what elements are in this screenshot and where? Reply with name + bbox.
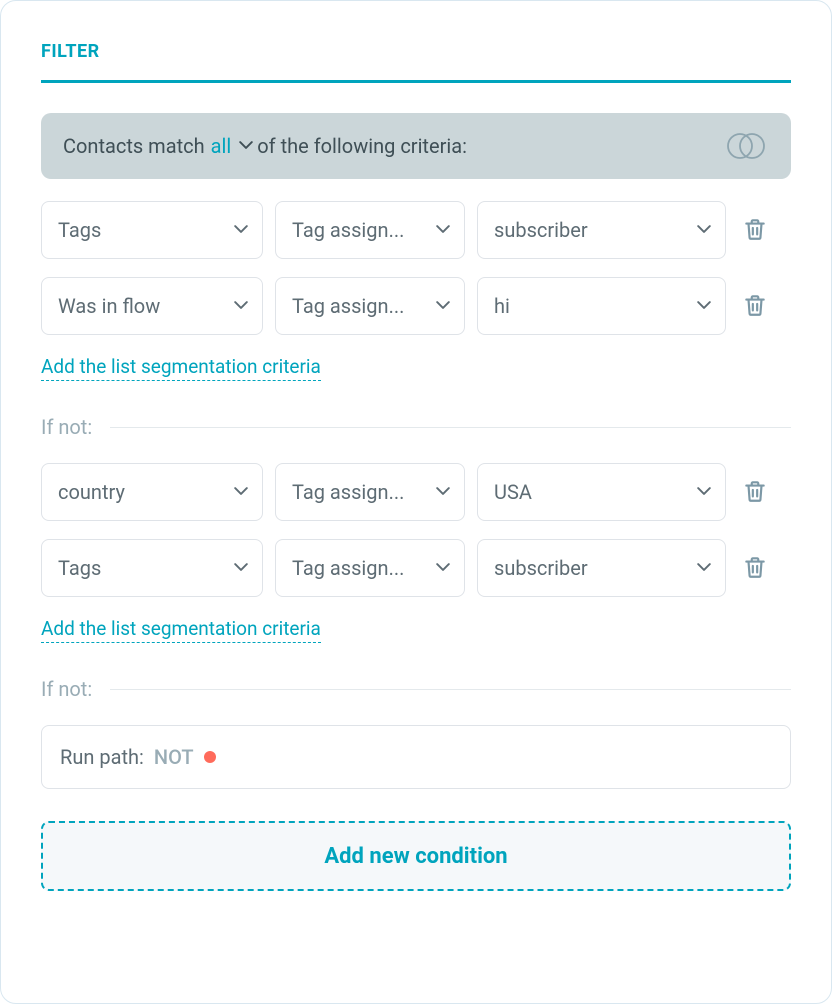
if-not-label: If not: [41,415,92,439]
run-path-label: Run path: [60,745,144,769]
delete-row-button[interactable] [742,554,770,582]
match-mode-value: all [211,134,232,158]
separator-line [110,689,791,690]
operator-select[interactable]: Tag assign... [275,463,465,521]
delete-row-button[interactable] [742,292,770,320]
value-select[interactable]: USA [477,463,726,521]
chevron-down-icon [234,222,246,234]
match-text: Contacts match all of the following crit… [63,134,467,158]
value-select[interactable]: hi [477,277,726,335]
title-underline [41,80,791,83]
chevron-down-icon [234,298,246,310]
chevron-down-icon [697,560,709,572]
select-value: Tags [58,556,101,580]
criteria-group-1: Tags Tag assign... subscriber Was in flo… [41,201,791,335]
chevron-down-icon [436,484,448,496]
value-select[interactable]: subscriber [477,539,726,597]
chevron-down-icon [436,560,448,572]
venn-diagram-icon [723,131,769,161]
criteria-row: country Tag assign... USA [41,463,791,521]
chevron-down-icon [436,222,448,234]
operator-select[interactable]: Tag assign... [275,539,465,597]
operator-select[interactable]: Tag assign... [275,277,465,335]
add-condition-label: Add new condition [324,844,507,869]
select-value: USA [494,480,532,504]
if-not-label: If not: [41,677,92,701]
match-prefix: Contacts match [63,134,205,158]
add-condition-button[interactable]: Add new condition [41,821,791,891]
field-select[interactable]: Was in flow [41,277,263,335]
delete-row-button[interactable] [742,478,770,506]
field-select[interactable]: Tags [41,201,263,259]
select-value: subscriber [494,556,588,580]
select-value: subscriber [494,218,588,242]
select-value: Tag assign... [292,294,404,318]
criteria-row: Tags Tag assign... subscriber [41,539,791,597]
field-select[interactable]: country [41,463,263,521]
criteria-row: Tags Tag assign... subscriber [41,201,791,259]
status-dot-icon [204,751,216,763]
filter-title: FILTER [41,41,791,62]
run-path-value: NOT [154,745,194,769]
select-value: Tags [58,218,101,242]
add-criteria-link[interactable]: Add the list segmentation criteria [41,355,321,381]
run-path-box[interactable]: Run path: NOT [41,725,791,789]
chevron-down-icon [234,560,246,572]
select-value: Tag assign... [292,480,404,504]
filter-card: FILTER Contacts match all of the followi… [0,0,832,1004]
value-select[interactable]: subscriber [477,201,726,259]
if-not-separator: If not: [41,415,791,439]
select-value: country [58,480,125,504]
criteria-row: Was in flow Tag assign... hi [41,277,791,335]
delete-row-button[interactable] [742,216,770,244]
select-value: Tag assign... [292,218,404,242]
field-select[interactable]: Tags [41,539,263,597]
chevron-down-icon [697,484,709,496]
chevron-down-icon [239,138,251,150]
add-criteria-link[interactable]: Add the list segmentation criteria [41,617,321,643]
operator-select[interactable]: Tag assign... [275,201,465,259]
select-value: hi [494,294,510,318]
chevron-down-icon [697,222,709,234]
match-mode-select[interactable]: all [211,134,252,158]
select-value: Was in flow [58,294,160,318]
match-suffix: of the following criteria: [257,134,467,158]
criteria-group-2: country Tag assign... USA Tags Tag assig… [41,463,791,597]
match-criteria-bar: Contacts match all of the following crit… [41,113,791,179]
if-not-separator: If not: [41,677,791,701]
chevron-down-icon [697,298,709,310]
chevron-down-icon [436,298,448,310]
select-value: Tag assign... [292,556,404,580]
chevron-down-icon [234,484,246,496]
separator-line [110,427,791,428]
